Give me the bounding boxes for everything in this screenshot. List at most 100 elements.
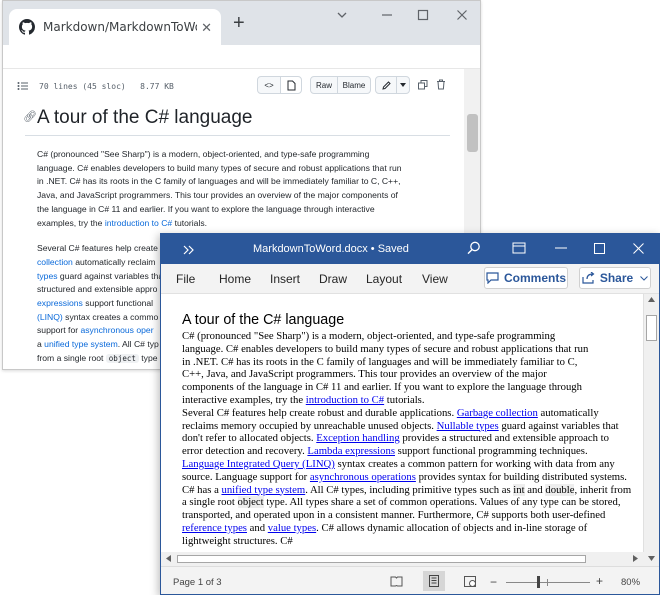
scroll-up-icon[interactable] (648, 297, 655, 302)
raw-button[interactable]: Raw (310, 76, 338, 94)
menu-draw[interactable]: Draw (319, 272, 347, 286)
text: type (138, 352, 158, 363)
zoom-slider[interactable] (506, 582, 590, 583)
menu-view[interactable]: View (422, 272, 448, 286)
web-layout-icon[interactable] (464, 576, 477, 588)
search-icon[interactable] (467, 241, 481, 255)
document-title: MarkdownToWord.docx • Saved (253, 243, 409, 255)
nullable-link[interactable]: Nullable types (437, 420, 499, 432)
menu-insert[interactable]: Insert (270, 272, 300, 286)
minimize-icon[interactable] (381, 9, 393, 21)
text: support for (37, 325, 81, 336)
code-view-button[interactable]: <> (257, 76, 281, 94)
text: and (246, 521, 268, 534)
text: examples, try the (37, 217, 105, 228)
new-tab-button[interactable]: + (233, 13, 245, 33)
text: automatically reclaim (72, 256, 156, 267)
markdown-heading-text: A tour of the C# language (37, 107, 253, 128)
intro-link[interactable]: introduction to C# (105, 218, 172, 228)
nullable-link[interactable]: types (37, 271, 58, 281)
zoom-slider-thumb[interactable] (537, 576, 540, 588)
pencil-icon (381, 80, 391, 90)
markdown-heading: 🔗︎ A tour of the C# language (23, 107, 450, 136)
zoom-in-button[interactable]: + (596, 574, 603, 588)
text: C++, Java, and JavaScript programmers. T… (182, 368, 547, 381)
value-types-link[interactable]: value types (268, 522, 316, 534)
menu-file[interactable]: File (176, 272, 195, 286)
minimize-icon[interactable] (555, 247, 567, 249)
browser-toolbar (3, 45, 480, 69)
linq-link[interactable]: Language Integrated Query (LINQ) (182, 458, 335, 470)
word-window: MarkdownToWord.docx • Saved File Home In… (160, 233, 660, 595)
chevron-down-icon (640, 275, 649, 281)
inline-code: object (105, 353, 139, 363)
read-mode-icon[interactable] (390, 576, 403, 587)
text: Several C# features help create robust a… (182, 406, 457, 419)
anchor-link-icon[interactable]: 🔗︎ (23, 110, 37, 123)
text: interactive examples, try the (182, 393, 306, 406)
async-link[interactable]: asynchronous operations (310, 471, 416, 483)
document-body: A tour of the C# language C# (pronounced… (182, 312, 632, 548)
gc-link[interactable]: Garbage collection (457, 407, 538, 419)
text: in .NET. C# has its roots in the C famil… (182, 355, 578, 368)
trash-icon[interactable] (436, 79, 446, 90)
reference-types-link[interactable]: reference types (182, 522, 247, 534)
lambda-link[interactable]: Lambda expressions (307, 445, 395, 457)
file-icon (287, 80, 295, 90)
comment-icon (486, 272, 499, 284)
comments-button[interactable]: Comments (484, 267, 568, 289)
text: support functional programming technique… (394, 445, 588, 458)
zoom-slider-tick (547, 579, 548, 586)
word-titlebar: MarkdownToWord.docx • Saved (161, 234, 659, 264)
type-system-link[interactable]: unified type system (44, 339, 118, 349)
zoom-out-button[interactable]: − (490, 575, 497, 589)
menu-layout[interactable]: Layout (366, 272, 402, 286)
list-icon[interactable] (17, 81, 29, 91)
browser-scrollbar-thumb[interactable] (467, 114, 478, 152)
scroll-left-icon[interactable] (166, 555, 171, 562)
status-bar: Page 1 of 3 − + 80% (161, 566, 659, 594)
expand-icon[interactable] (183, 245, 195, 255)
edit-button[interactable] (375, 76, 397, 94)
page-info[interactable]: Page 1 of 3 (173, 577, 222, 588)
scroll-down-icon[interactable] (648, 556, 655, 561)
async-link[interactable]: asynchronous oper (80, 325, 153, 335)
text: C# (pronounced "See Sharp") is a modern,… (37, 149, 370, 159)
chevron-down-icon[interactable] (336, 9, 348, 21)
preview-button[interactable] (280, 76, 302, 94)
maximize-icon[interactable] (594, 243, 605, 254)
document-paragraph-1: C# (pronounced "See Sharp") is a modern,… (182, 330, 632, 407)
close-window-icon[interactable] (456, 9, 468, 21)
print-layout-icon (429, 575, 439, 587)
text: structured and extensible appro (37, 284, 158, 295)
copy-icon[interactable] (418, 80, 428, 90)
close-window-icon[interactable] (633, 243, 644, 254)
share-button[interactable]: Share (579, 267, 651, 289)
close-tab-icon[interactable]: ✕ (201, 20, 212, 36)
vertical-scrollbar-thumb[interactable] (646, 315, 657, 341)
triangle-down-icon (400, 83, 406, 87)
inline-code: int (513, 483, 525, 496)
inline-code: object (237, 496, 264, 509)
intro-link[interactable]: introduction to C# (306, 394, 384, 406)
blame-button[interactable]: Blame (337, 76, 371, 94)
scroll-right-icon[interactable] (633, 555, 638, 562)
lambda-link[interactable]: expressions (37, 298, 83, 308)
horizontal-scrollbar-thumb[interactable] (177, 555, 586, 563)
browser-tab[interactable]: Markdown/MarkdownToWord.md ✕ (9, 9, 221, 45)
gc-link[interactable]: collection (37, 257, 73, 267)
text: tutorials. (172, 217, 208, 228)
menu-home[interactable]: Home (219, 272, 251, 286)
text: guard against variables that (57, 270, 166, 281)
maximize-icon[interactable] (417, 9, 429, 21)
document-canvas[interactable]: A tour of the C# language C# (pronounced… (161, 294, 645, 566)
exception-link[interactable]: Exception handling (316, 432, 399, 444)
type-system-link[interactable]: unified type system (221, 484, 305, 496)
edit-menu-button[interactable] (396, 76, 410, 94)
text: support functional (82, 298, 154, 309)
text: in .NET. C# has its roots in the C famil… (37, 176, 401, 187)
linq-link[interactable]: (LINQ) (37, 312, 63, 322)
zoom-level[interactable]: 80% (621, 577, 640, 588)
print-layout-button[interactable] (423, 571, 445, 591)
ribbon-display-icon[interactable] (512, 242, 526, 254)
